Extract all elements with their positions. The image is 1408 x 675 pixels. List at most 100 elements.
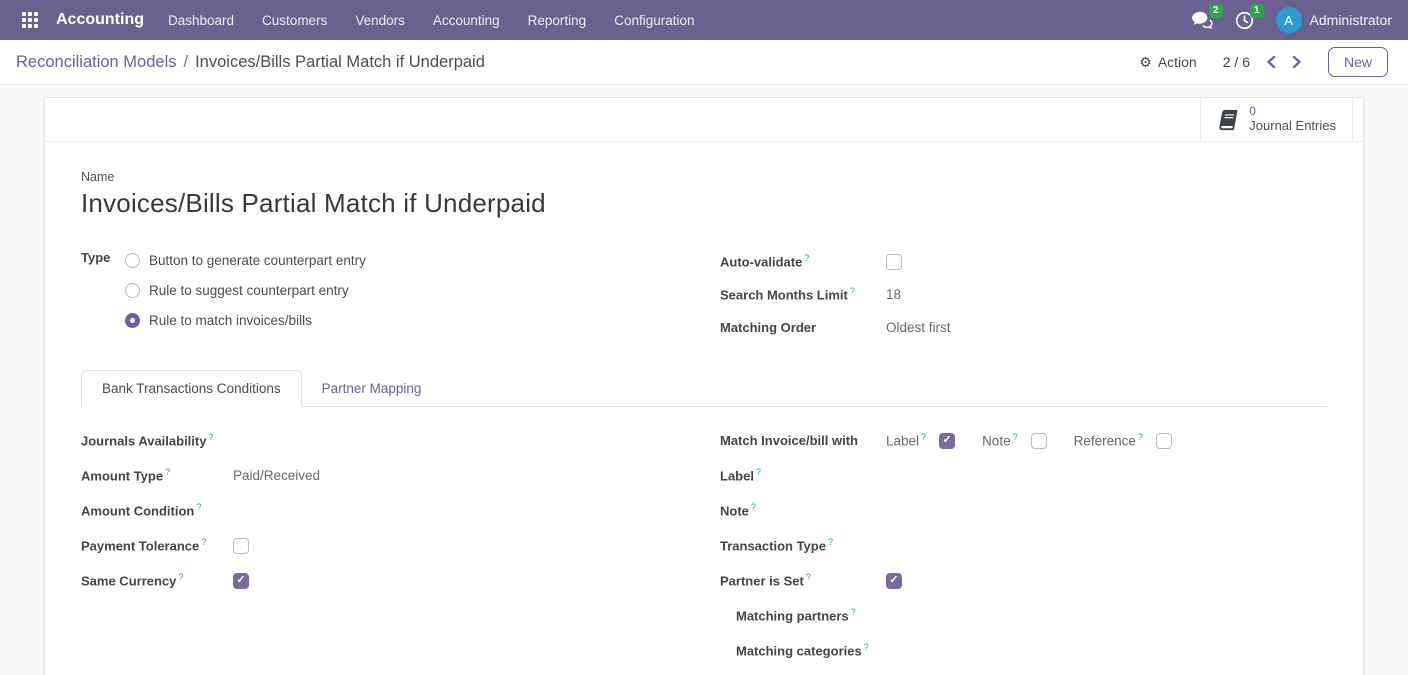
- help-icon: ?: [864, 642, 869, 652]
- radio-label: Rule to match invoices/bills: [149, 313, 312, 328]
- help-icon: ?: [1013, 432, 1018, 442]
- menu-customers[interactable]: Customers: [248, 0, 341, 40]
- amount-condition-field: Amount Condition?: [81, 493, 704, 528]
- payment-tolerance-label: Payment Tolerance?: [81, 537, 233, 553]
- matching-categories-label: Matching categories?: [736, 642, 902, 658]
- record-title-input[interactable]: Invoices/Bills Partial Match if Underpai…: [81, 188, 1327, 219]
- journals-availability-label: Journals Availability?: [81, 432, 233, 448]
- partner-is-set-checkbox[interactable]: [886, 573, 902, 589]
- amount-condition-label: Amount Condition?: [81, 502, 233, 518]
- note-field-label: Note?: [720, 502, 886, 518]
- help-icon: ?: [850, 286, 855, 296]
- partner-is-set-label: Partner is Set?: [720, 572, 886, 588]
- pager-value: 2 / 6: [1223, 54, 1250, 70]
- payment-tolerance-checkbox[interactable]: [233, 538, 249, 554]
- tab-content: Journals Availability? Amount Type? Paid…: [81, 423, 1327, 668]
- activities-icon[interactable]: 1: [1235, 11, 1254, 30]
- type-label: Type: [81, 245, 125, 265]
- match-reference-text: Reference?: [1074, 432, 1143, 449]
- name-field-label: Name: [81, 170, 1327, 184]
- systray: 2 1 A Administrator: [1191, 7, 1392, 33]
- content-area: 0 Journal Entries Name Invoices/Bills Pa…: [0, 85, 1408, 675]
- radio-label: Button to generate counterpart entry: [149, 253, 366, 268]
- name-group: Name Invoices/Bills Partial Match if Und…: [81, 170, 1327, 219]
- search-months-limit-label: Search Months Limit?: [720, 286, 886, 302]
- partner-is-set-field: Partner is Set?: [720, 563, 1327, 598]
- menu-vendors[interactable]: Vendors: [341, 0, 419, 40]
- radio-icon[interactable]: [125, 253, 140, 268]
- search-months-limit-field: Search Months Limit? 18: [720, 278, 1327, 311]
- journal-entries-count: 0: [1249, 105, 1336, 119]
- breadcrumb-parent[interactable]: Reconciliation Models: [16, 53, 177, 72]
- journal-entries-label: Journal Entries: [1249, 119, 1336, 134]
- match-reference-checkbox[interactable]: [1156, 433, 1172, 449]
- breadcrumb-separator: /: [184, 53, 189, 72]
- match-note-checkbox[interactable]: [1031, 433, 1047, 449]
- radio-icon[interactable]: [125, 313, 140, 328]
- menu-reporting[interactable]: Reporting: [514, 0, 601, 40]
- radio-label: Rule to suggest counterpart entry: [149, 283, 349, 298]
- auto-validate-checkbox[interactable]: [886, 254, 902, 270]
- type-option-rule-match[interactable]: Rule to match invoices/bills: [125, 305, 366, 335]
- help-icon: ?: [806, 572, 811, 582]
- help-icon: ?: [921, 432, 926, 442]
- avatar: A: [1276, 7, 1302, 33]
- breadcrumb: Reconciliation Models / Invoices/Bills P…: [16, 53, 485, 72]
- notebook-tabs: Bank Transactions Conditions Partner Map…: [81, 370, 1327, 407]
- match-note-text: Note?: [982, 432, 1018, 449]
- match-option-reference: Reference?: [1074, 432, 1172, 449]
- main-menu: Dashboard Customers Vendors Accounting R…: [154, 0, 709, 40]
- type-option-button-counterpart[interactable]: Button to generate counterpart entry: [125, 245, 366, 275]
- book-icon: [1215, 109, 1241, 131]
- matching-partners-field: Matching partners?: [720, 598, 1327, 633]
- same-currency-field: Same Currency?: [81, 563, 704, 598]
- matching-order-label: Matching Order: [720, 320, 886, 335]
- match-label-text: Label?: [886, 432, 926, 449]
- label-field-label: Label?: [720, 467, 886, 483]
- note-field: Note?: [720, 493, 1327, 528]
- pager: 2 / 6: [1223, 54, 1302, 70]
- user-name: Administrator: [1310, 12, 1392, 28]
- user-menu[interactable]: A Administrator: [1276, 7, 1392, 33]
- match-option-note: Note?: [982, 432, 1047, 449]
- button-box: 0 Journal Entries: [45, 98, 1363, 142]
- form-sheet: 0 Journal Entries Name Invoices/Bills Pa…: [44, 97, 1364, 675]
- menu-dashboard[interactable]: Dashboard: [154, 0, 248, 40]
- match-label-checkbox[interactable]: [939, 433, 955, 449]
- pager-previous-button[interactable]: [1266, 55, 1276, 69]
- search-months-limit-input[interactable]: 18: [886, 287, 901, 302]
- auto-validate-field: Auto-validate?: [720, 245, 1327, 278]
- matching-order-select[interactable]: Oldest first: [886, 320, 951, 335]
- breadcrumb-current: Invoices/Bills Partial Match if Underpai…: [195, 53, 485, 72]
- apps-menu-icon[interactable]: [16, 6, 44, 34]
- help-icon: ?: [828, 537, 833, 547]
- help-icon: ?: [751, 502, 756, 512]
- chevron-left-icon: [1266, 55, 1276, 69]
- help-icon: ?: [208, 432, 213, 442]
- menu-configuration[interactable]: Configuration: [600, 0, 708, 40]
- help-icon: ?: [165, 467, 170, 477]
- label-field: Label?: [720, 458, 1327, 493]
- amount-type-field: Amount Type? Paid/Received: [81, 458, 704, 493]
- match-invoice-bill-with-field: Match Invoice/bill with Label? Note?: [720, 423, 1327, 458]
- gear-icon: ⚙: [1139, 55, 1152, 69]
- pager-next-button[interactable]: [1292, 55, 1302, 69]
- menu-accounting[interactable]: Accounting: [419, 0, 514, 40]
- auto-validate-label: Auto-validate?: [720, 253, 886, 269]
- type-field: Type Button to generate counterpart entr…: [81, 245, 704, 335]
- action-menu-button[interactable]: ⚙ Action: [1139, 54, 1196, 70]
- new-button[interactable]: New: [1328, 47, 1388, 77]
- type-option-rule-suggest[interactable]: Rule to suggest counterpart entry: [125, 275, 366, 305]
- tab-partner-mapping[interactable]: Partner Mapping: [302, 371, 442, 406]
- amount-type-select[interactable]: Paid/Received: [233, 468, 320, 483]
- tab-bank-transactions-conditions[interactable]: Bank Transactions Conditions: [81, 370, 302, 407]
- radio-icon[interactable]: [125, 283, 140, 298]
- messages-badge: 2: [1209, 4, 1223, 18]
- matching-partners-label: Matching partners?: [736, 607, 902, 623]
- app-brand[interactable]: Accounting: [56, 11, 144, 29]
- messages-icon[interactable]: 2: [1191, 11, 1213, 29]
- header-fields: Type Button to generate counterpart entr…: [81, 245, 1327, 344]
- activities-badge: 1: [1250, 4, 1264, 18]
- journal-entries-smart-button[interactable]: 0 Journal Entries: [1200, 98, 1353, 141]
- same-currency-checkbox[interactable]: [233, 573, 249, 589]
